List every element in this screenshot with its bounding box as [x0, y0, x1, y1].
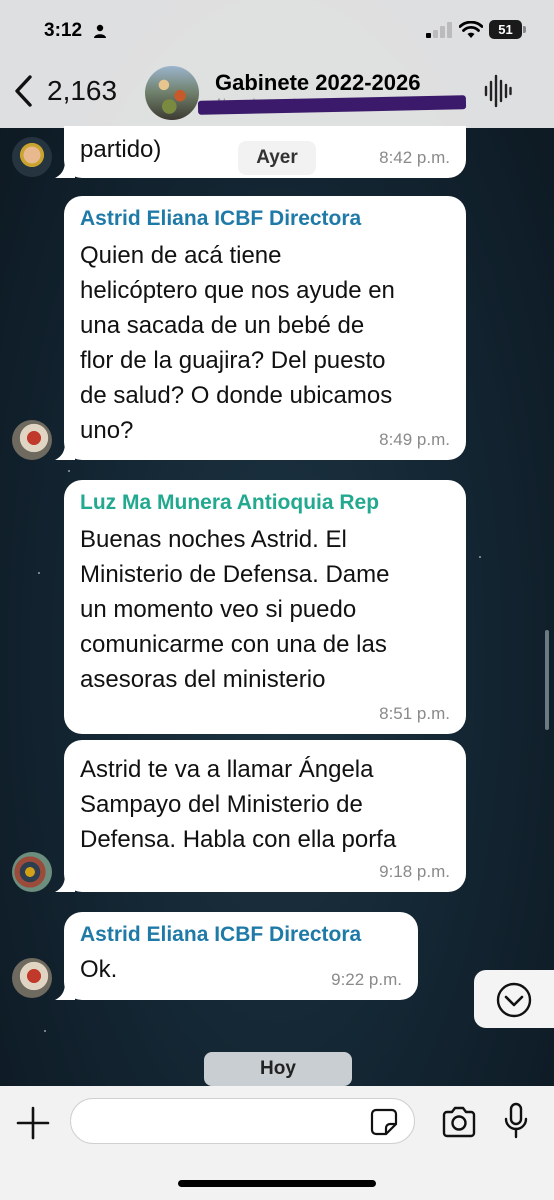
message-bubble[interactable]: Astrid Eliana ICBF Directora Quien de ac…	[55, 196, 466, 460]
plus-icon[interactable]	[16, 1106, 50, 1140]
wallpaper-speck	[68, 470, 70, 472]
microphone-icon[interactable]	[503, 1102, 529, 1140]
sender-avatar[interactable]	[12, 852, 52, 892]
message-sender[interactable]: Astrid Eliana ICBF Directora	[80, 922, 402, 948]
message-text: Quien de acá tiene helicóptero que nos a…	[80, 242, 395, 444]
wifi-icon	[459, 21, 483, 38]
bubble-tail	[55, 874, 75, 892]
message-bubble[interactable]: Astrid Eliana ICBF Directora Ok. 9:22 p.…	[55, 912, 418, 1000]
back-button-count[interactable]: 2,163	[47, 75, 117, 107]
chat-header: 3:12 51 2,163 Gabinete 2022-2026 Alvaro …	[0, 0, 554, 128]
group-avatar[interactable]	[145, 66, 199, 120]
message-time: 9:18 p.m.	[379, 862, 450, 881]
date-chip-today: Hoy	[204, 1052, 352, 1086]
message-bubble[interactable]: Astrid te va a llamar Ángela Sampayo del…	[55, 740, 466, 892]
message-text: Buenas noches Astrid. El Ministerio de D…	[80, 526, 390, 693]
scroll-indicator[interactable]	[545, 630, 549, 730]
chevron-left-icon[interactable]	[12, 74, 34, 108]
wallpaper-speck	[44, 1030, 46, 1032]
message-time: 8:49 p.m.	[379, 430, 450, 449]
scroll-to-bottom-button[interactable]	[474, 970, 554, 1028]
battery-indicator: 51	[489, 20, 522, 39]
sender-avatar[interactable]	[12, 420, 52, 460]
message-text: partido)	[80, 136, 162, 163]
status-time: 3:12	[44, 20, 83, 41]
sticker-icon[interactable]	[370, 1108, 398, 1136]
camera-icon[interactable]	[441, 1106, 477, 1138]
message-sender[interactable]: Luz Ma Munera Antioquia Rep	[80, 490, 450, 516]
sender-avatar[interactable]	[12, 958, 52, 998]
chevron-down-circle-icon	[496, 982, 532, 1018]
message-text: Astrid te va a llamar Ángela Sampayo del…	[80, 756, 397, 853]
bubble-tail	[55, 442, 75, 460]
message-time: 8:42 p.m.	[379, 148, 450, 167]
wallpaper-speck	[38, 572, 40, 574]
message-input[interactable]	[70, 1098, 415, 1144]
group-title[interactable]: Gabinete 2022-2026	[215, 70, 420, 96]
message-sender[interactable]: Astrid Eliana ICBF Directora	[80, 206, 450, 232]
bubble-tail	[55, 160, 75, 178]
waveform-icon[interactable]	[484, 74, 512, 108]
date-chip-yesterday: Ayer	[238, 141, 316, 175]
message-time: 9:22 p.m.	[331, 970, 402, 989]
cellular-signal-icon	[426, 22, 452, 38]
home-indicator[interactable]	[178, 1180, 376, 1187]
message-time: 8:51 p.m.	[379, 704, 450, 723]
message-bubble[interactable]: Luz Ma Munera Antioquia Rep Buenas noche…	[64, 480, 466, 734]
bubble-tail	[55, 982, 75, 1000]
sender-avatar[interactable]	[12, 137, 52, 177]
person-icon	[94, 24, 106, 38]
wallpaper-speck	[479, 556, 481, 558]
battery-nub	[523, 26, 526, 33]
